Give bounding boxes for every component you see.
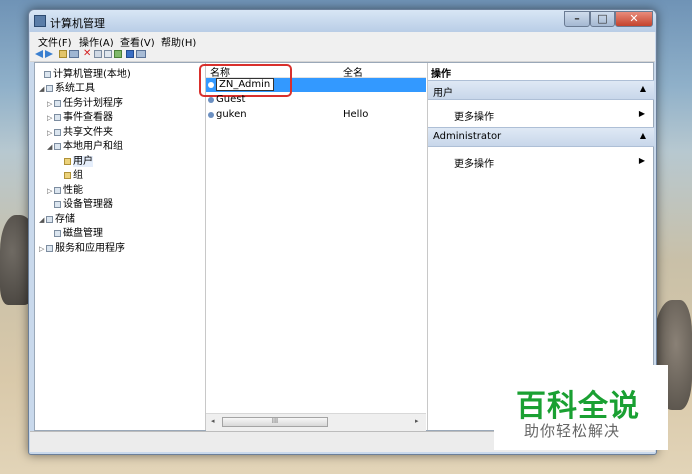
disk-management-icon [54,229,61,237]
scroll-right-icon[interactable]: ▸ [415,417,419,425]
tree-item-performance[interactable]: ▷ 性能 [47,181,83,196]
tree-item-task-scheduler[interactable]: ▷ 任务计划程序 [47,94,123,109]
actions-section-users[interactable]: 用户 ▲ [428,80,654,100]
user-icon [208,97,214,103]
shared-folders-icon [54,128,61,136]
minimize-button[interactable]: – [564,11,590,27]
toolbar: ✕ [30,47,655,62]
actions-title: 操作 [431,69,451,80]
watermark-title: 百科全说 [516,389,640,424]
tree-item-event-viewer[interactable]: ▷ 事件查看器 [47,108,113,123]
performance-icon [54,186,61,194]
tree-item-device-manager[interactable]: 设备管理器 [47,195,113,210]
horizontal-scrollbar[interactable]: ◂ III ▸ [206,413,426,431]
tree-item-computer-management[interactable]: 计算机管理(本地) [37,65,131,80]
collapse-icon[interactable]: ▲ [640,131,646,140]
more-actions-administrator[interactable]: 更多操作 [454,155,494,170]
export-list-icon[interactable] [114,50,122,58]
watermark-subtitle: 助你轻松解决 [524,422,621,440]
forward-icon[interactable] [45,50,53,58]
close-button[interactable]: ✕ [615,11,653,27]
app-icon [34,15,46,27]
tree-item-local-users-groups[interactable]: ◢ 本地用户和组 [47,137,123,152]
services-applications-icon [46,244,53,252]
scroll-thumb[interactable]: III [222,417,328,427]
show-tree-icon[interactable] [69,50,79,58]
user-icon [208,112,214,118]
task-scheduler-icon [54,99,61,107]
tree-item-storage[interactable]: ◢ 存储 [39,210,75,225]
tree-item-groups[interactable]: 组 [57,166,83,181]
title-bar[interactable]: 计算机管理 – □ ✕ [29,10,656,32]
maximize-button[interactable]: □ [590,11,615,27]
system-tools-icon [46,84,53,92]
scroll-left-icon[interactable]: ◂ [211,417,215,425]
users-list: 名称 全名 ZN_Admin Guest guken Hello ◂ III ▸ [199,63,426,431]
tree-item-users[interactable]: 用户 [57,152,93,167]
groups-folder-icon [64,171,71,179]
window-title: 计算机管理 [50,17,105,30]
event-viewer-icon [54,113,61,121]
actions-section-administrator[interactable]: Administrator ▲ [428,127,654,147]
device-manager-icon [54,200,61,208]
help-icon[interactable] [126,50,134,58]
users-folder-icon [64,157,71,165]
up-folder-icon[interactable] [59,50,67,58]
back-icon[interactable] [35,50,43,58]
menu-bar: 文件(F) 操作(A) 查看(V) 帮助(H) [30,32,655,49]
tree-item-shared-folders[interactable]: ▷ 共享文件夹 [47,123,113,138]
watermark: 百科全说 助你轻松解决 [494,365,668,450]
collapse-icon[interactable]: ▲ [640,84,646,93]
computer-management-icon [44,70,51,78]
user-row-editing[interactable]: ZN_Admin [199,64,426,97]
storage-icon [46,215,53,223]
local-users-groups-icon [54,142,61,150]
tree-item-services-applications[interactable]: ▷ 服务和应用程序 [39,239,125,254]
delete-icon[interactable]: ✕ [83,49,91,59]
properties-icon[interactable] [94,50,102,58]
submenu-arrow-icon: ▶ [638,156,645,165]
user-row-guken[interactable]: guken Hello [206,108,426,122]
refresh-icon[interactable] [104,50,112,58]
user-row-guest[interactable]: Guest [206,93,426,107]
column-fullname-header[interactable]: 全名 [343,64,363,79]
tree-item-system-tools[interactable]: ◢ 系统工具 [39,79,95,94]
tree-item-disk-management[interactable]: 磁盘管理 [47,224,103,239]
more-actions-users[interactable]: 更多操作 [454,108,494,123]
show-action-pane-icon[interactable] [136,50,146,58]
submenu-arrow-icon: ▶ [638,109,645,118]
navigation-tree: 计算机管理(本地) ◢ 系统工具 ▷ 任务计划程序 ▷ 事件查看器 ▷ 共享文件夹 ◢ 本… [35,63,206,430]
